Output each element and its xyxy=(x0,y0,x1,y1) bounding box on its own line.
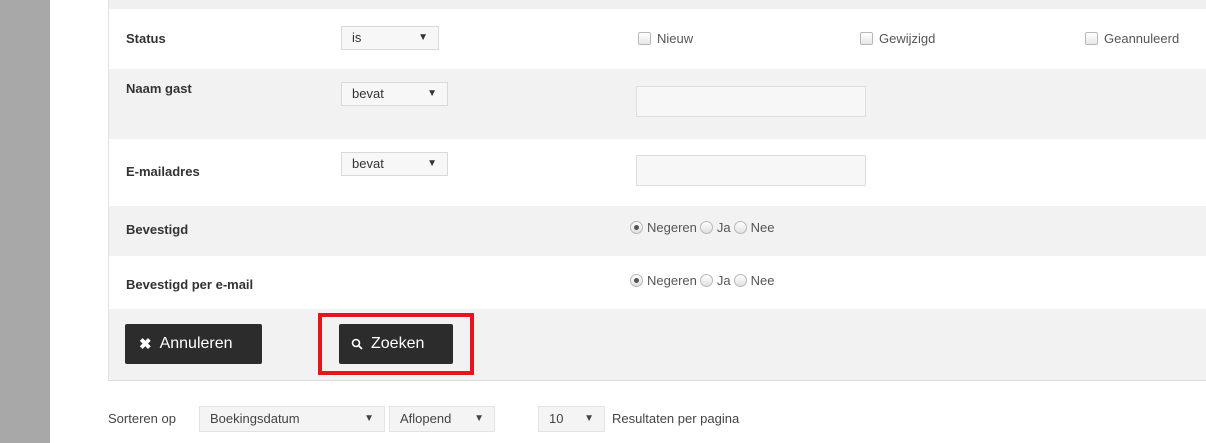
email-operator-value: bevat xyxy=(352,156,384,171)
radio-label: Negeren xyxy=(647,220,697,235)
chevron-down-icon: ▼ xyxy=(418,32,428,43)
status-option-geannuleerd[interactable]: Geannuleerd xyxy=(1085,31,1179,46)
filter-row-bevestigd: Bevestigd Negeren Ja Nee xyxy=(109,206,1206,256)
sidebar-strip xyxy=(0,0,50,443)
chevron-down-icon: ▼ xyxy=(427,158,437,169)
radio-nee[interactable] xyxy=(733,274,747,287)
radio-nee[interactable] xyxy=(733,221,747,234)
email-label: E-mailadres xyxy=(126,164,200,179)
bevestigd-radio-group: Negeren Ja Nee xyxy=(630,220,777,235)
bevestigd-email-label: Bevestigd per e-mail xyxy=(126,277,254,292)
email-operator-select[interactable]: bevat ▼ xyxy=(341,152,448,176)
checkbox[interactable] xyxy=(1085,32,1098,45)
radio-label: Negeren xyxy=(647,273,697,288)
radio-negeren[interactable] xyxy=(630,274,643,287)
sort-order-select[interactable]: Aflopend ▼ xyxy=(389,406,495,432)
status-option-label: Nieuw xyxy=(657,31,694,46)
naam-gast-input[interactable] xyxy=(636,86,866,117)
radio-label: Ja xyxy=(716,220,731,235)
cancel-button-label: Annuleren xyxy=(159,335,233,352)
sort-label: Sorteren op xyxy=(108,411,176,426)
status-operator-value: is xyxy=(352,30,362,45)
filter-row-bevestigd-email: Bevestigd per e-mail Negeren Ja Nee xyxy=(109,256,1206,309)
chevron-down-icon: ▼ xyxy=(474,413,484,424)
status-label: Status xyxy=(126,31,166,46)
chevron-down-icon: ▼ xyxy=(584,413,594,424)
status-option-label: Geannuleerd xyxy=(1104,31,1180,46)
checkbox[interactable] xyxy=(860,32,873,45)
bevestigd-label: Bevestigd xyxy=(126,222,189,237)
radio-label: Nee xyxy=(750,220,775,235)
status-option-label: Gewijzigd xyxy=(879,31,936,46)
sort-field-value: Boekingsdatum xyxy=(210,411,300,426)
panel-top-edge xyxy=(109,0,1206,9)
radio-negeren[interactable] xyxy=(630,221,643,234)
naam-gast-label: Naam gast xyxy=(126,81,192,96)
cancel-button[interactable]: ✖ Annuleren xyxy=(125,324,262,364)
close-icon: ✖ xyxy=(139,336,152,353)
status-option-gewijzigd[interactable]: Gewijzigd xyxy=(860,31,935,46)
filter-row-status: Status is ▼ Nieuw Gewijzigd Geannuleerd xyxy=(109,9,1206,69)
radio-ja[interactable] xyxy=(699,221,713,234)
highlight-box xyxy=(318,313,474,375)
sidebar-gap xyxy=(50,0,78,443)
naam-gast-operator-value: bevat xyxy=(352,86,384,101)
sort-order-value: Aflopend xyxy=(400,411,452,426)
filter-row-email: E-mailadres bevat ▼ xyxy=(109,139,1206,206)
naam-gast-operator-select[interactable]: bevat ▼ xyxy=(341,82,448,106)
action-row: ✖ Annuleren Zoeken xyxy=(109,309,1206,380)
chevron-down-icon: ▼ xyxy=(427,88,437,99)
per-page-label: Resultaten per pagina xyxy=(612,411,740,426)
email-input[interactable] xyxy=(636,155,866,186)
sort-field-select[interactable]: Boekingsdatum ▼ xyxy=(199,406,385,432)
status-operator-select[interactable]: is ▼ xyxy=(341,26,439,50)
radio-ja[interactable] xyxy=(699,274,713,287)
radio-label: Nee xyxy=(750,273,775,288)
chevron-down-icon: ▼ xyxy=(364,413,374,424)
radio-label: Ja xyxy=(716,273,731,288)
status-option-nieuw[interactable]: Nieuw xyxy=(638,31,693,46)
search-filter-panel: Status is ▼ Nieuw Gewijzigd Geannuleerd … xyxy=(108,0,1206,381)
bevestigd-email-radio-group: Negeren Ja Nee xyxy=(630,273,777,288)
filter-row-naam-gast: Naam gast bevat ▼ xyxy=(109,69,1206,139)
per-page-select[interactable]: 10 ▼ xyxy=(538,406,605,432)
checkbox[interactable] xyxy=(638,32,651,45)
per-page-value: 10 xyxy=(549,411,564,426)
